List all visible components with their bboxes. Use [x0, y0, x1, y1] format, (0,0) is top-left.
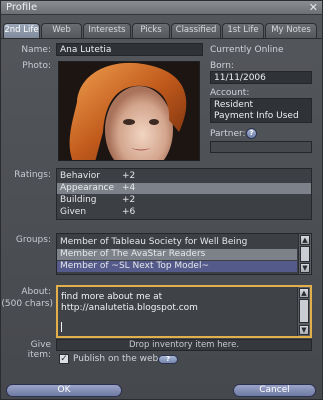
groups-scrollbar[interactable]: ▲ ▼ — [298, 234, 311, 274]
scroll-up-icon[interactable]: ▲ — [299, 288, 309, 298]
groups-label: Groups: — [15, 235, 51, 245]
scroll-down-icon[interactable]: ▼ — [299, 325, 309, 335]
inventory-dropzone[interactable]: Drop inventory item here. — [56, 339, 312, 351]
text-cursor — [61, 322, 62, 332]
tab-interests[interactable]: Interests — [83, 23, 131, 38]
ratings-list: Behavior +2 Appearance +4 Building +2 Gi… — [56, 168, 312, 220]
about-text: find more about me at http://analutetia.… — [61, 292, 198, 313]
photo-label: Photo: — [22, 61, 51, 71]
scroll-down-icon[interactable]: ▼ — [300, 263, 310, 273]
group-row[interactable]: Member of ~SL Next Top Model~ — [57, 261, 297, 272]
rating-value: +2 — [122, 171, 136, 181]
tab-bar: 2nd Life Web Interests Picks Classified … — [3, 23, 321, 38]
publish-label: Publish on the web — [73, 354, 159, 364]
cancel-button[interactable]: Cancel — [233, 384, 316, 397]
name-label: Name: — [21, 45, 51, 55]
tab-2nd-life[interactable]: 2nd Life — [3, 23, 40, 38]
partner-label: Partner: — [210, 129, 246, 139]
born-label: Born: — [210, 61, 234, 71]
rating-name: Building — [60, 195, 97, 205]
tab-picks[interactable]: Picks — [132, 23, 170, 38]
online-status: Currently Online — [210, 45, 284, 55]
tab-web[interactable]: Web — [41, 23, 82, 38]
title-bar[interactable]: Profile ✕ — [1, 1, 322, 15]
groups-list: Member of Tableau Society for Well Being… — [56, 233, 312, 275]
rating-value: +4 — [122, 183, 136, 193]
account-label: Account: — [210, 88, 250, 98]
close-icon[interactable]: ✕ — [309, 1, 318, 14]
profile-window: Profile ✕ 2nd Life Web Interests Picks C… — [0, 0, 323, 400]
publish-checkbox[interactable]: ✓ — [59, 354, 69, 364]
account-line-1: Resident — [214, 100, 254, 110]
ok-button[interactable]: OK — [6, 384, 122, 397]
born-value: 11/11/2006 — [214, 73, 266, 83]
rating-row[interactable]: Appearance +4 — [57, 183, 311, 194]
name-field: Ana Lutetia — [56, 43, 203, 56]
tab-divider — [1, 38, 322, 39]
rating-row[interactable]: Building +2 — [57, 195, 311, 206]
rating-value: +6 — [122, 207, 136, 217]
tab-my-notes[interactable]: My Notes — [265, 23, 317, 38]
rating-name: Behavior — [60, 171, 100, 181]
rating-name: Given — [60, 207, 87, 217]
group-row[interactable]: Member of Tableau Society for Well Being — [57, 237, 297, 248]
group-name: Member of ~SL Next Top Model~ — [60, 261, 209, 271]
scroll-thumb[interactable] — [299, 299, 309, 323]
publish-help-icon[interactable]: ? — [158, 355, 178, 364]
group-name: Member of Tableau Society for Well Being — [60, 237, 248, 247]
scroll-up-icon[interactable]: ▲ — [300, 235, 310, 245]
partner-help-icon[interactable]: ? — [246, 128, 257, 139]
rating-row[interactable]: Given +6 — [57, 207, 311, 218]
tab-classified[interactable]: Classified — [171, 23, 221, 38]
account-field: Resident Payment Info Used — [210, 98, 312, 123]
rating-value: +2 — [122, 195, 136, 205]
born-field: 11/11/2006 — [210, 71, 312, 84]
group-name: Member of The AvaStar Readers — [60, 249, 206, 259]
rating-row[interactable]: Behavior +2 — [57, 171, 311, 182]
about-textarea[interactable]: find more about me at http://analutetia.… — [56, 285, 312, 338]
profile-photo[interactable] — [58, 61, 200, 161]
group-row[interactable]: Member of The AvaStar Readers — [57, 249, 297, 260]
avatar-portrait — [59, 62, 199, 160]
scroll-thumb[interactable] — [300, 246, 310, 262]
name-value: Ana Lutetia — [60, 45, 112, 55]
account-line-2: Payment Info Used — [214, 111, 299, 121]
give-item-label: Give item: — [27, 340, 51, 360]
about-sublabel: (500 chars) — [1, 299, 53, 309]
about-scrollbar[interactable]: ▲ ▼ — [297, 287, 310, 336]
tab-1st-life[interactable]: 1st Life — [222, 23, 264, 38]
ratings-label: Ratings: — [14, 170, 51, 180]
window-title: Profile — [6, 2, 38, 13]
rating-name: Appearance — [60, 183, 115, 193]
about-label: About: — [21, 287, 51, 297]
partner-field — [210, 141, 312, 153]
